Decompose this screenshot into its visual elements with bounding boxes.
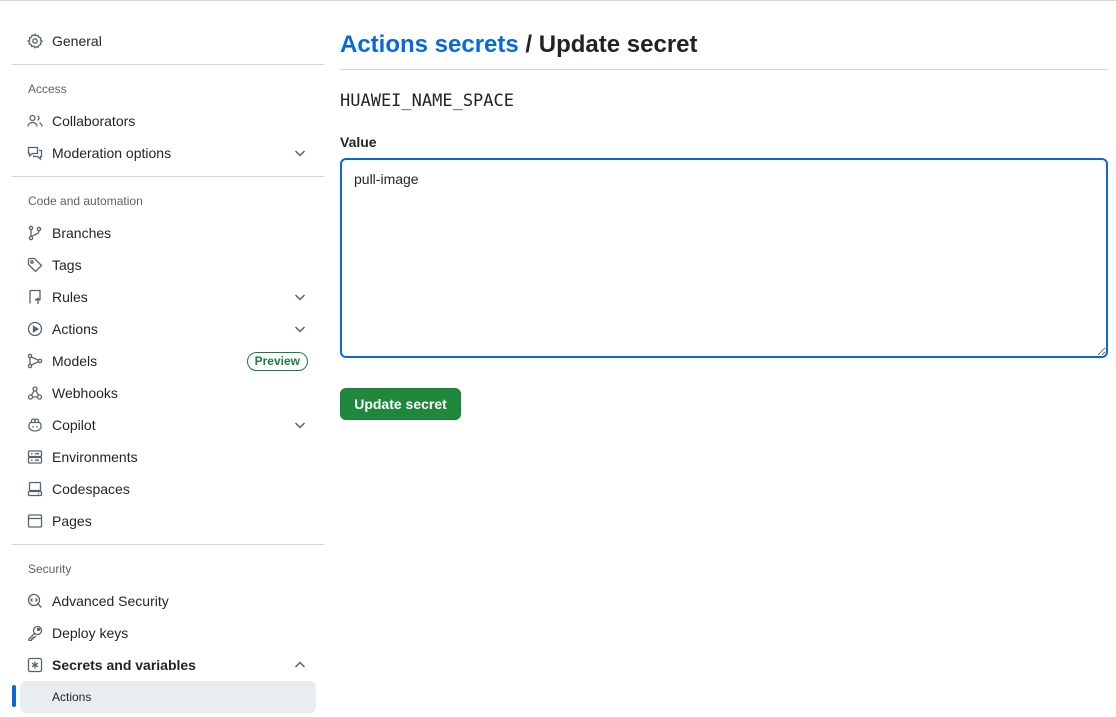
section-title-security: Security [28, 562, 72, 576]
sidebar-item-label: Actions [52, 321, 98, 337]
value-label: Value [340, 134, 377, 150]
sidebar-item-codespaces[interactable]: Codespaces [20, 473, 316, 505]
chevron-down-icon[interactable] [292, 145, 308, 161]
chevron-down-icon[interactable] [292, 289, 308, 305]
preview-badge: Preview [246, 352, 308, 371]
settings-sidebar: General Access Collaborators Moderation … [12, 0, 324, 717]
section-title-code-and-automation: Code and automation [28, 194, 143, 208]
sidebar-item-branches[interactable]: Branches [20, 217, 316, 249]
chevron-down-icon[interactable] [292, 321, 308, 337]
sidebar-item-models[interactable]: Models Preview [20, 345, 316, 377]
sidebar-item-collaborators[interactable]: Collaborators [20, 105, 316, 137]
breadcrumb-separator: / [518, 31, 539, 58]
key-icon [27, 625, 43, 641]
sidebar-item-tags[interactable]: Tags [20, 249, 316, 281]
breadcrumb-link-actions-secrets[interactable]: Actions secrets [340, 31, 519, 58]
sidebar-item-deploy-keys[interactable]: Deploy keys [20, 617, 316, 649]
sidebar-item-label: Secrets and variables [52, 657, 196, 673]
sidebar-item-label: General [52, 33, 102, 49]
sidebar-item-webhooks[interactable]: Webhooks [20, 377, 316, 409]
sidebar-item-moderation-options[interactable]: Moderation options [20, 137, 316, 169]
secret-value-textarea[interactable]: pull-image [340, 158, 1108, 358]
sidebar-divider [12, 176, 324, 177]
sidebar-subitem-label: Actions [52, 690, 92, 704]
codescan-icon [27, 593, 43, 609]
gear-icon [27, 33, 43, 49]
sidebar-item-label: Codespaces [52, 481, 130, 497]
active-indicator [12, 685, 16, 707]
people-icon [27, 113, 43, 129]
sidebar-item-label: Branches [52, 225, 112, 241]
sidebar-item-label: Copilot [52, 417, 96, 433]
tag-icon [27, 257, 43, 273]
sidebar-item-label: Environments [52, 449, 138, 465]
sidebar-item-label: Models [52, 353, 98, 369]
model-icon [27, 353, 43, 369]
sidebar-item-general[interactable]: General [20, 25, 316, 57]
page-title-text: Update secret [538, 31, 698, 58]
sidebar-subitem-actions[interactable]: Actions [20, 681, 316, 713]
git-branch-icon [27, 225, 43, 241]
sidebar-item-advanced-security[interactable]: Advanced Security [20, 585, 316, 617]
sidebar-item-label: Collaborators [52, 113, 136, 129]
update-secret-button[interactable]: Update secret [340, 388, 461, 420]
sidebar-item-actions[interactable]: Actions [20, 313, 316, 345]
webhook-icon [27, 385, 43, 401]
page-title: Actions secrets / Update secret [340, 30, 698, 60]
sidebar-item-pages[interactable]: Pages [20, 505, 316, 537]
asterisk-icon [27, 657, 43, 673]
sidebar-item-label: Rules [52, 289, 88, 305]
server-icon [27, 449, 43, 465]
sidebar-item-environments[interactable]: Environments [20, 441, 316, 473]
copilot-icon [27, 417, 43, 433]
sidebar-item-label: Webhooks [52, 385, 118, 401]
sidebar-item-label: Tags [52, 257, 82, 273]
sidebar-item-label: Deploy keys [52, 625, 129, 641]
repo-push-icon [27, 289, 43, 305]
codespaces-icon [27, 481, 43, 497]
sidebar-item-secrets-and-variables[interactable]: Secrets and variables [20, 649, 316, 681]
sidebar-item-copilot[interactable]: Copilot [20, 409, 316, 441]
sidebar-item-label: Pages [52, 513, 92, 529]
browser-icon [27, 513, 43, 529]
sidebar-item-label: Advanced Security [52, 593, 169, 609]
section-title-access: Access [28, 82, 67, 96]
chevron-down-icon[interactable] [292, 417, 308, 433]
sidebar-item-rules[interactable]: Rules [20, 281, 316, 313]
main-content: Actions secrets / Update secret HUAWEI_N… [340, 0, 1108, 717]
secret-name: HUAWEI_NAME_SPACE [340, 91, 514, 111]
sidebar-item-label: Moderation options [52, 145, 172, 161]
play-icon [27, 321, 43, 337]
comment-discussion-icon [27, 145, 43, 161]
heading-divider [340, 69, 1108, 70]
chevron-up-icon[interactable] [292, 657, 308, 673]
sidebar-divider [12, 544, 324, 545]
sidebar-divider [12, 64, 324, 65]
